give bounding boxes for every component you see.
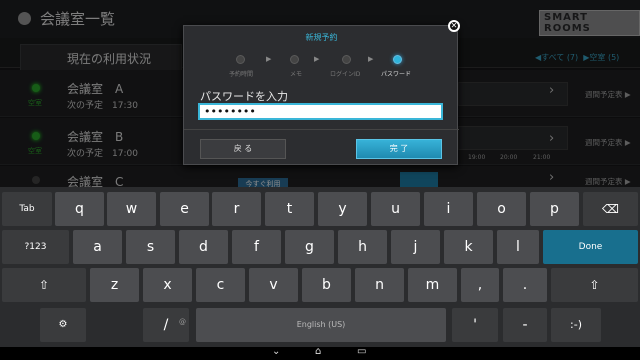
home-icon[interactable]: ⌂ — [315, 346, 321, 357]
done-key[interactable]: Done — [543, 230, 638, 264]
key-e[interactable]: e — [160, 192, 209, 226]
step-dot — [290, 55, 299, 64]
divider — [184, 129, 459, 130]
step-label-active: パスワード — [381, 71, 412, 78]
space-key[interactable]: English (US) — [196, 308, 446, 342]
key-comma[interactable]: , — [461, 268, 499, 302]
key-s[interactable]: s — [126, 230, 175, 264]
booking-modal: 新規予約 予約時間 ▶ メモ ▶ ログインID ▶ パスワード パスワードを入力… — [183, 25, 459, 165]
tab-key[interactable]: Tab — [2, 192, 52, 226]
key-p[interactable]: p — [530, 192, 579, 226]
key-c[interactable]: c — [196, 268, 245, 302]
step-label: ログインID — [330, 71, 361, 78]
backspace-icon[interactable]: ⌫ — [583, 192, 638, 226]
settings-icon[interactable]: ⚙ — [40, 308, 86, 342]
key-f[interactable]: f — [232, 230, 281, 264]
keyboard-hide-icon[interactable]: ⌄ — [272, 346, 280, 357]
key-slash[interactable]: / @ — [143, 308, 189, 342]
key-i[interactable]: i — [424, 192, 473, 226]
key-n[interactable]: n — [355, 268, 404, 302]
step-dot — [236, 55, 245, 64]
step-label: メモ — [290, 71, 303, 78]
key-o[interactable]: o — [477, 192, 526, 226]
key-l[interactable]: l — [497, 230, 539, 264]
key-y[interactable]: y — [318, 192, 367, 226]
shift-left-icon[interactable]: ⇧ — [2, 268, 86, 302]
at-hint: @ — [179, 318, 186, 326]
step-dot — [342, 55, 351, 64]
key-w[interactable]: w — [107, 192, 156, 226]
key-m[interactable]: m — [408, 268, 457, 302]
modal-title: 新規予約 — [305, 33, 338, 42]
symbols-key[interactable]: ?123 — [2, 230, 69, 264]
key-t[interactable]: t — [265, 192, 314, 226]
close-icon[interactable]: ✕ — [448, 20, 460, 32]
password-label: パスワードを入力 — [200, 90, 288, 103]
step-dot-active — [393, 55, 402, 64]
key-v[interactable]: v — [249, 268, 298, 302]
key-q[interactable]: q — [55, 192, 104, 226]
step-arrow-icon: ▶ — [368, 55, 374, 63]
key-z[interactable]: z — [90, 268, 139, 302]
back-button[interactable]: 戻 る — [200, 139, 286, 159]
key-j[interactable]: j — [391, 230, 440, 264]
step-label: 予約時間 — [229, 71, 254, 78]
key-b[interactable]: b — [302, 268, 351, 302]
key-apostrophe[interactable]: ' — [452, 308, 498, 342]
key-g[interactable]: g — [285, 230, 334, 264]
key-d[interactable]: d — [179, 230, 228, 264]
key-k[interactable]: k — [444, 230, 493, 264]
key-period[interactable]: . — [503, 268, 547, 302]
key-x[interactable]: x — [143, 268, 192, 302]
password-input[interactable]: •••••••• — [198, 103, 443, 120]
slash-label: / — [163, 317, 169, 333]
key-u[interactable]: u — [371, 192, 420, 226]
key-dash[interactable]: - — [503, 308, 547, 342]
step-arrow-icon: ▶ — [314, 55, 320, 63]
step-arrow-icon: ▶ — [266, 55, 272, 63]
key-a[interactable]: a — [73, 230, 122, 264]
finish-button[interactable]: 完 了 — [356, 139, 442, 159]
smiley-key[interactable]: :-) — [551, 308, 601, 342]
recent-apps-icon[interactable]: ▭ — [357, 346, 366, 357]
key-r[interactable]: r — [212, 192, 261, 226]
key-h[interactable]: h — [338, 230, 387, 264]
shift-right-icon[interactable]: ⇧ — [551, 268, 638, 302]
